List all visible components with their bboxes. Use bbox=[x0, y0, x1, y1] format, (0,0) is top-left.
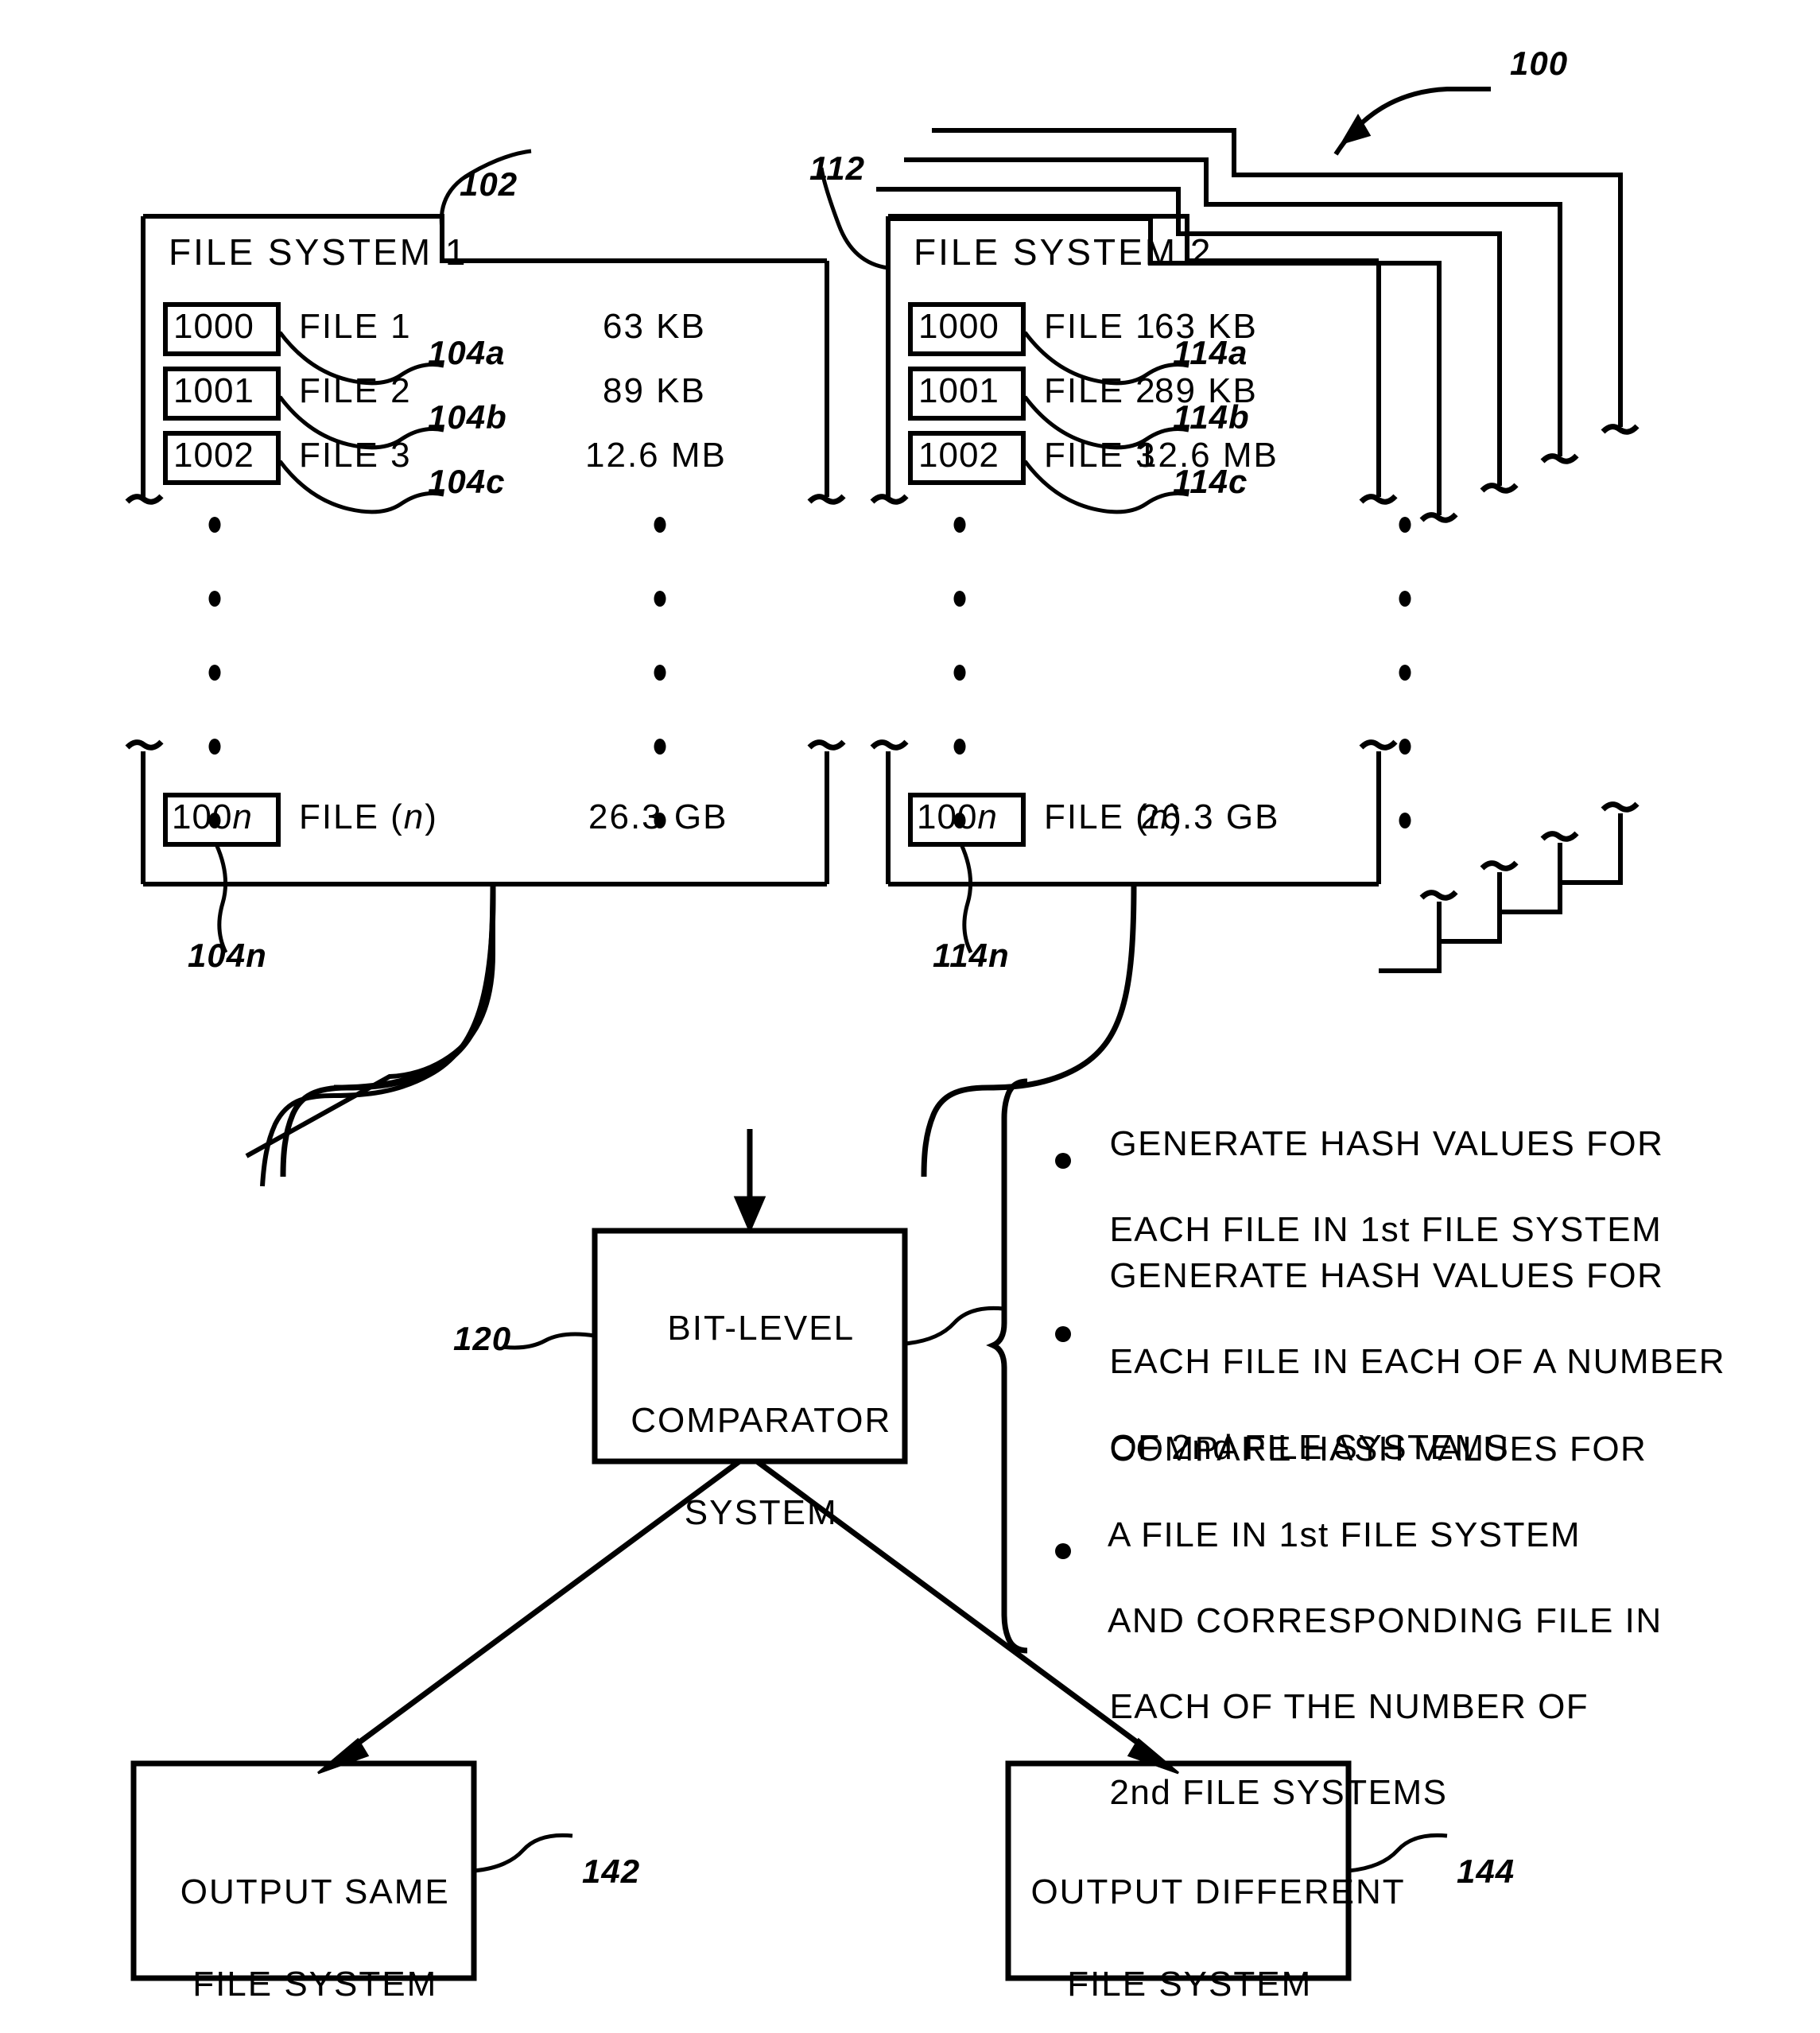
ref-104b-label: 104b bbox=[428, 398, 507, 436]
note-3-line-5: 2nd FILE SYSTEMS bbox=[1109, 1773, 1448, 1812]
fs2-inode-3: 1002 bbox=[918, 436, 999, 475]
notes-bullets bbox=[1055, 1153, 1071, 1559]
fs2-stack-layer3-break-top bbox=[1540, 453, 1579, 464]
comparator-line2: COMPARATOR bbox=[631, 1401, 892, 1440]
fs1-filesize-2: 89 KB bbox=[603, 371, 706, 410]
fs1-right-break-lower bbox=[807, 739, 846, 751]
ref-104c-label: 104c bbox=[428, 463, 506, 500]
fs2-stack-layer2-break-bot bbox=[1480, 860, 1519, 871]
note-1-line-1: GENERATE HASH VALUES FOR bbox=[1109, 1124, 1664, 1163]
ref-114a-label: 114a bbox=[1173, 334, 1248, 371]
fs2-stack-layer4-break-bot bbox=[1601, 801, 1640, 813]
note-3-line-2: A FILE IN 1st FILE SYSTEM bbox=[1108, 1515, 1581, 1554]
ref-104n-label: 104n bbox=[188, 937, 267, 974]
fs2-stack-layer2-bottom bbox=[1439, 872, 1502, 944]
fs2-stack-layer3-bottom bbox=[1500, 843, 1562, 914]
ref-102-label: 102 bbox=[460, 165, 518, 203]
fs1-inode-n: 100n bbox=[172, 797, 253, 836]
comparator-notes-leader bbox=[904, 1306, 1004, 1346]
patent-figure-canvas: 100 102 112 FILE SYSTEM 1 1000 FILE 1 63… bbox=[0, 0, 1820, 2033]
output-same-label: OUTPUT SAME FILE SYSTEM bbox=[134, 1823, 474, 2008]
fs2-filename-2: FILE 2 bbox=[1044, 371, 1157, 410]
fs2-inode-1: 1000 bbox=[918, 307, 999, 346]
note-item-3: COMPARE HASH VALUES FOR A FILE IN 1st FI… bbox=[1088, 1385, 1663, 1814]
fs1-ellipsis-size bbox=[654, 517, 666, 828]
fs2-filesize-n: 26.3 GB bbox=[1140, 797, 1280, 836]
ref-114n-label: 114n bbox=[933, 937, 1010, 974]
output-diff-line2: FILE SYSTEM bbox=[1067, 1965, 1313, 2004]
fs1-inode-2: 1001 bbox=[173, 371, 254, 410]
fs2-stack-layer1-bottom bbox=[1379, 902, 1442, 973]
fs2-stack-layer1-break-top bbox=[1419, 512, 1458, 523]
fs2-stack-layer2-break-top bbox=[1480, 483, 1519, 494]
note-3-line-1: COMPARE HASH VALUES FOR bbox=[1109, 1430, 1647, 1468]
ref-112-label: 112 bbox=[809, 149, 865, 187]
ref-100-label: 100 bbox=[1510, 45, 1569, 82]
fs2-inode-2: 1001 bbox=[918, 371, 999, 410]
ref-142-leader bbox=[473, 1833, 573, 1873]
fs2-right-break-lower bbox=[1359, 739, 1398, 751]
fs2-left-break-lower bbox=[870, 739, 909, 751]
fs2-stack-layer3-break-bot bbox=[1540, 831, 1579, 842]
fs2-right-break-upper bbox=[1359, 494, 1398, 505]
fs1-ellipsis-inode bbox=[208, 517, 221, 828]
fs1-filesize-1: 63 KB bbox=[603, 307, 706, 346]
fs2-stack-layer1-break-bot bbox=[1419, 890, 1458, 901]
fs2-ellipsis-inode bbox=[953, 517, 966, 828]
note-2-line-2: EACH FILE IN EACH OF A NUMBER bbox=[1109, 1342, 1725, 1381]
fs1-filename-2: FILE 2 bbox=[299, 371, 412, 410]
ref-144-label: 144 bbox=[1457, 1853, 1515, 1890]
ref-144-leader bbox=[1348, 1833, 1448, 1873]
fs1-inode-3: 1002 bbox=[173, 436, 254, 475]
notes-brace bbox=[986, 1078, 1028, 1654]
fs2-inode-n: 100n bbox=[917, 797, 998, 836]
ref-142-label: 142 bbox=[582, 1853, 641, 1890]
fs1-right-break-upper bbox=[807, 494, 846, 505]
ref-120-label: 120 bbox=[453, 1320, 512, 1357]
fs2-left-break-upper bbox=[870, 494, 909, 505]
merge-brace-left-arm bbox=[333, 883, 495, 1098]
output-same-line2: FILE SYSTEM bbox=[192, 1965, 438, 2004]
fs1-left-break-lower bbox=[125, 739, 164, 751]
ref-114b-label: 114b bbox=[1173, 398, 1250, 436]
comparator-line1: BIT-LEVEL bbox=[667, 1309, 856, 1348]
fs2-ellipsis-size bbox=[1399, 517, 1411, 828]
fs1-title: FILE SYSTEM 1 bbox=[169, 231, 468, 273]
comparator-input-arrowhead bbox=[733, 1196, 766, 1234]
output-same-line1: OUTPUT SAME bbox=[180, 1872, 450, 1911]
note-2-line-1: GENERATE HASH VALUES FOR bbox=[1109, 1256, 1664, 1295]
fs1-filename-n: FILE (n) bbox=[299, 797, 438, 836]
output-diff-label: OUTPUT DIFFERENT FILE SYSTEM bbox=[1008, 1823, 1403, 2008]
fs2-stack-layer4 bbox=[932, 128, 1623, 427]
fs1-filesize-3: 12.6 MB bbox=[585, 436, 727, 475]
fs1-filename-1: FILE 1 bbox=[299, 307, 412, 346]
fs2-stack-layer4-break-top bbox=[1601, 424, 1640, 435]
fs1-left-break-upper bbox=[125, 494, 164, 505]
note-3-line-4: EACH OF THE NUMBER OF bbox=[1109, 1687, 1589, 1726]
fs1-filesize-n: 26.3 GB bbox=[588, 797, 728, 836]
fs2-filename-1: FILE 1 bbox=[1044, 307, 1157, 346]
fs1-filename-3: FILE 3 bbox=[299, 436, 412, 475]
note-3-line-3: AND CORRESPONDING FILE IN bbox=[1108, 1601, 1663, 1640]
comparator-line3: SYSTEM bbox=[684, 1493, 838, 1532]
fs1-inode-1: 1000 bbox=[173, 307, 254, 346]
ref-104a-label: 104a bbox=[428, 334, 506, 371]
fs2-title: FILE SYSTEM 2 bbox=[914, 231, 1213, 273]
comparator-label: BIT-LEVEL COMPARATOR SYSTEM bbox=[595, 1259, 905, 1536]
fs2-stack-layer4-bottom bbox=[1560, 813, 1623, 885]
output-diff-line1: OUTPUT DIFFERENT bbox=[1030, 1872, 1406, 1911]
ref-114c-label: 114c bbox=[1173, 463, 1248, 500]
merge-brace bbox=[333, 883, 496, 1091]
arrow-to-output-same-head bbox=[317, 1737, 370, 1775]
ref-120-leader bbox=[502, 1332, 596, 1350]
